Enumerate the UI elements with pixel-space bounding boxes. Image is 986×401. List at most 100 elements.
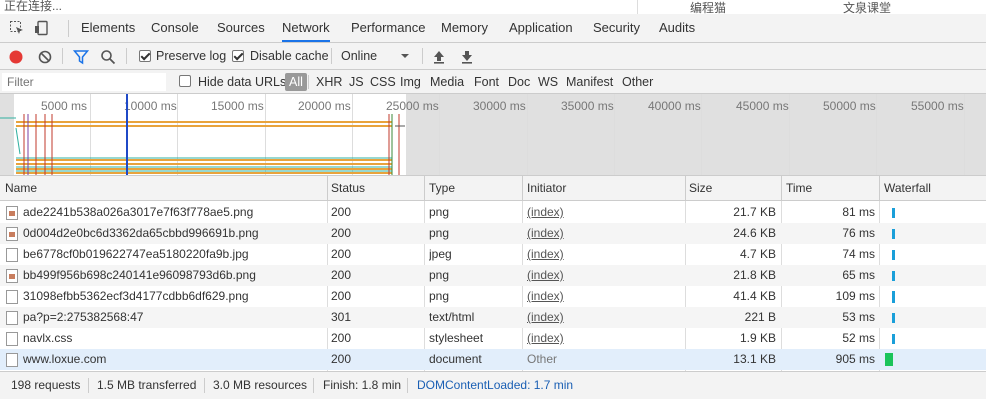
table-header: Name Status Type Initiator Size Time Wat…: [0, 176, 986, 201]
bookmark-link[interactable]: 编程猫: [690, 1, 726, 14]
request-time: 52 ms: [842, 331, 875, 345]
filter-type-media[interactable]: Media: [430, 70, 464, 94]
clear-icon[interactable]: [37, 48, 53, 64]
grid-line: [527, 94, 528, 175]
throttling-select[interactable]: Online: [341, 43, 377, 69]
request-status: 200: [331, 268, 352, 282]
request-status: 200: [331, 205, 352, 219]
request-initiator-link[interactable]: (index): [527, 265, 564, 286]
table-row[interactable]: www.loxue.com 200 document Other 13.1 KB…: [0, 349, 986, 370]
tab-network[interactable]: Network: [282, 14, 330, 42]
file-icon: [6, 353, 18, 367]
request-time: 905 ms: [835, 352, 875, 366]
request-type: png: [429, 268, 450, 282]
request-size: 41.4 KB: [733, 289, 776, 303]
grid-line: [964, 94, 965, 175]
tab-performance[interactable]: Performance: [351, 14, 425, 42]
tab-elements[interactable]: Elements: [81, 14, 135, 42]
overview-tick-label: 50000 ms: [823, 99, 876, 113]
filter-input[interactable]: [2, 73, 166, 91]
timeline-overview[interactable]: 5000 ms 10000 ms 15000 ms 20000 ms 25000…: [0, 94, 986, 176]
export-har-icon[interactable]: [460, 48, 474, 64]
column-header-type[interactable]: Type: [424, 176, 523, 201]
request-name: www.loxue.com: [23, 352, 107, 366]
request-status: 200: [331, 247, 352, 261]
grid-line: [614, 94, 615, 175]
filter-type-all[interactable]: All: [285, 73, 307, 91]
divider: [331, 48, 332, 64]
table-row[interactable]: navlx.css 200 stylesheet (index) 1.9 KB …: [0, 328, 986, 349]
preserve-log-checkbox[interactable]: [139, 50, 151, 62]
preserve-log-label: Preserve log: [156, 49, 227, 63]
tab-audits[interactable]: Audits: [659, 14, 695, 42]
overview-tick-label: 45000 ms: [736, 99, 789, 113]
table-row[interactable]: bb499f956b698c240141e96098793d6b.png 200…: [0, 265, 986, 286]
filter-type-other[interactable]: Other: [622, 70, 653, 94]
resources-size: 3.0 MB resources: [213, 378, 308, 392]
column-header-name[interactable]: Name: [0, 176, 328, 201]
table-row[interactable]: ade2241b538a026a3017e7f63f778ae5.png 200…: [0, 202, 986, 223]
chevron-down-icon[interactable]: [400, 43, 410, 69]
device-toolbar-icon[interactable]: [34, 20, 50, 36]
column-header-waterfall[interactable]: Waterfall: [879, 176, 986, 201]
table-row[interactable]: pa?p=2:275382568:47 301 text/html (index…: [0, 307, 986, 328]
filter-type-doc[interactable]: Doc: [508, 70, 530, 94]
overview-tick-label: 40000 ms: [648, 99, 701, 113]
table-row[interactable]: be6778cf0b019622747ea5180220fa9b.jpg 200…: [0, 244, 986, 265]
filter-type-js[interactable]: JS: [349, 70, 364, 94]
dom-content-loaded-time: DOMContentLoaded: 1.7 min: [417, 378, 574, 392]
request-name: 31098efbb5362ecf3d4177cdbb6df629.png: [23, 289, 249, 303]
loading-status-text: 正在连接...: [4, 0, 63, 13]
request-initiator-link[interactable]: (index): [527, 328, 564, 349]
record-icon[interactable]: [8, 48, 24, 64]
finish-time: Finish: 1.8 min: [323, 378, 402, 392]
tab-security[interactable]: Security: [593, 14, 640, 42]
filter-type-img[interactable]: Img: [400, 70, 421, 94]
request-initiator-link[interactable]: (index): [527, 286, 564, 307]
divider: [313, 378, 314, 393]
image-file-icon: [6, 269, 18, 283]
column-header-initiator[interactable]: Initiator: [522, 176, 686, 201]
divider: [407, 378, 408, 393]
request-initiator-link[interactable]: (index): [527, 244, 564, 265]
column-header-time[interactable]: Time: [781, 176, 880, 201]
table-row[interactable]: 31098efbb5362ecf3d4177cdbb6df629.png 200…: [0, 286, 986, 307]
divider: [68, 20, 69, 37]
disable-cache-checkbox[interactable]: [232, 50, 244, 62]
filter-type-ws[interactable]: WS: [538, 70, 558, 94]
request-initiator-link[interactable]: (index): [527, 307, 564, 328]
request-status: 200: [331, 226, 352, 240]
transferred-size: 1.5 MB transferred: [97, 378, 197, 392]
request-initiator-link[interactable]: (index): [527, 223, 564, 244]
bookmark-link[interactable]: 文泉课堂: [843, 1, 891, 14]
waterfall-bar: [892, 291, 895, 303]
tab-memory[interactable]: Memory: [441, 14, 488, 42]
request-size: 21.8 KB: [733, 268, 776, 282]
request-size: 4.7 KB: [739, 247, 776, 261]
request-type: png: [429, 205, 450, 219]
search-icon[interactable]: [100, 48, 116, 65]
overview-tick-label: 55000 ms: [911, 99, 964, 113]
request-initiator-link[interactable]: (index): [527, 202, 564, 223]
filter-type-manifest[interactable]: Manifest: [566, 70, 613, 94]
image-file-icon: [6, 206, 18, 220]
tab-application[interactable]: Application: [509, 14, 573, 42]
filter-type-css[interactable]: CSS: [370, 70, 396, 94]
request-name: be6778cf0b019622747ea5180220fa9b.jpg: [23, 247, 249, 261]
filter-icon[interactable]: [72, 48, 90, 65]
hide-data-urls-checkbox[interactable]: [179, 75, 191, 87]
filter-type-xhr[interactable]: XHR: [316, 70, 342, 94]
filter-type-font[interactable]: Font: [474, 70, 499, 94]
column-header-size[interactable]: Size: [684, 176, 782, 201]
tab-console[interactable]: Console: [151, 14, 199, 42]
import-har-icon[interactable]: [432, 48, 446, 64]
request-type: png: [429, 289, 450, 303]
image-file-icon: [6, 227, 18, 241]
column-header-status[interactable]: Status: [326, 176, 425, 201]
inspect-element-icon[interactable]: [9, 20, 25, 36]
grid-line: [876, 94, 877, 175]
tab-sources[interactable]: Sources: [217, 14, 265, 42]
table-row[interactable]: 0d004d2e0bc6d3362da65cbbd996691b.png 200…: [0, 223, 986, 244]
file-icon: [6, 290, 18, 304]
network-toolbar: Preserve log Disable cache Online: [0, 43, 986, 70]
